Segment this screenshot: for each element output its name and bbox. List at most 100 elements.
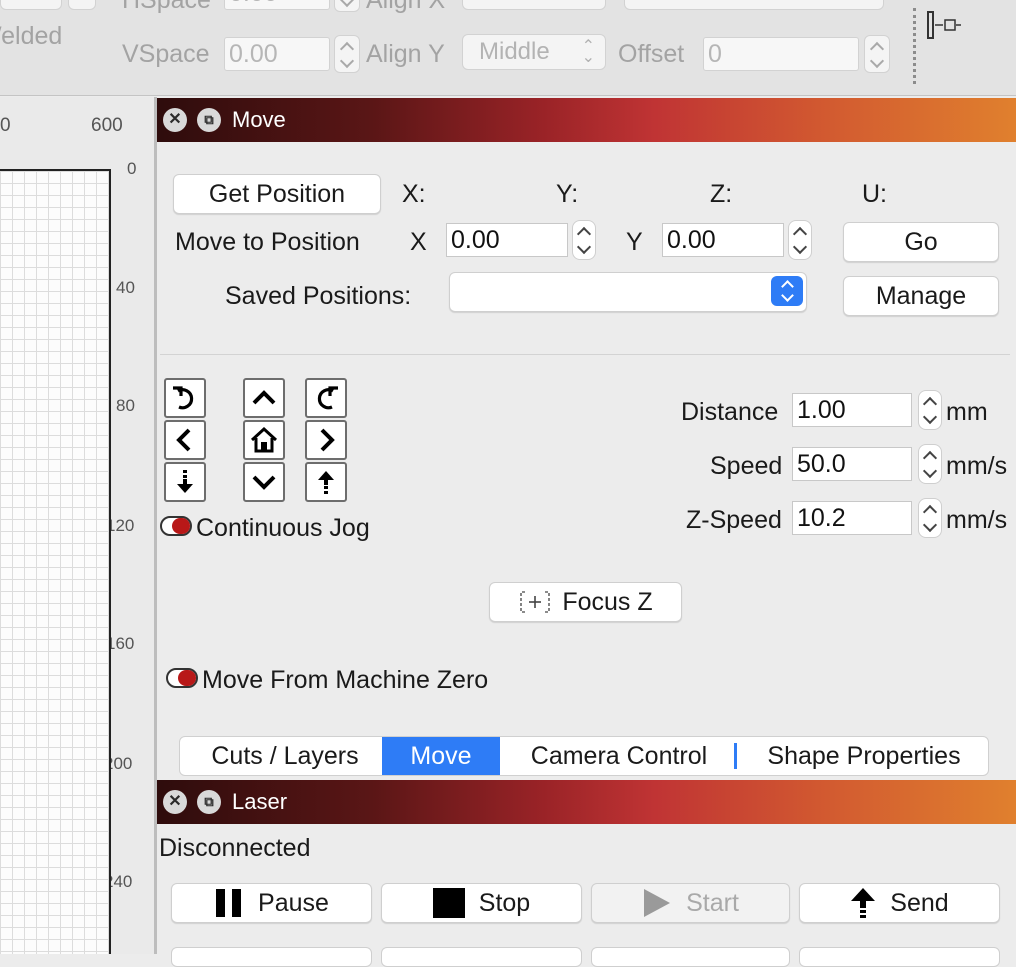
speed-input[interactable]: 50.0 — [792, 447, 912, 481]
work-canvas[interactable]: 0 600 0 40 80 120 160 200 240 — [0, 97, 154, 954]
section-divider — [160, 354, 1010, 355]
pause-icon — [216, 889, 242, 917]
saved-positions-label: Saved Positions: — [225, 282, 412, 310]
speed-label: Speed — [710, 452, 783, 480]
close-icon[interactable]: ✕ — [163, 108, 187, 132]
offset-input[interactable]: 0 — [703, 37, 859, 71]
x-position-stepper[interactable] — [572, 220, 596, 260]
x-readout: X: — [402, 180, 426, 208]
zspeed-input[interactable]: 10.2 — [792, 501, 912, 535]
get-position-button[interactable]: Get Position — [173, 174, 381, 214]
y-position-stepper[interactable] — [788, 220, 812, 260]
stop-icon — [432, 888, 465, 918]
vspace-label: VSpace — [122, 40, 210, 68]
tab-separator — [734, 743, 737, 769]
laser-panel-title: Laser — [232, 789, 288, 814]
x-label: X — [410, 228, 427, 256]
toolbar-field-partial[interactable] — [0, 0, 62, 10]
partial-button[interactable] — [381, 947, 582, 967]
tab-camera-control[interactable]: Camera Control — [510, 737, 728, 775]
move-panel-title: Move — [232, 107, 286, 132]
z-up-button[interactable] — [305, 462, 347, 502]
rotate-ccw-icon — [173, 386, 194, 410]
toolbar-dropdown[interactable] — [624, 0, 884, 10]
send-button[interactable]: Send — [799, 883, 1000, 923]
distance-stepper[interactable] — [918, 390, 942, 430]
rotate-cw-icon — [317, 386, 338, 410]
float-window-icon[interactable]: ⧉ — [197, 790, 221, 814]
jog-down-button[interactable] — [243, 462, 285, 502]
align-y-select[interactable]: Middle ⌃ ⌄ — [462, 34, 606, 70]
send-label: Send — [890, 888, 949, 917]
chevron-updown-icon — [771, 276, 803, 306]
toolbar: HSpace 0.00 Align X Welded VSpace 0.00 A… — [0, 0, 1016, 96]
laser-panel-titlebar[interactable]: ✕ ⧉ Laser — [157, 780, 1016, 824]
toolbar-separator — [913, 8, 916, 84]
z-down-button[interactable] — [164, 462, 206, 502]
hspace-input[interactable]: 0.00 — [224, 0, 330, 10]
arrow-right-icon — [320, 428, 335, 452]
float-window-icon[interactable]: ⧉ — [197, 108, 221, 132]
focus-z-button[interactable]: Focus Z — [489, 582, 682, 622]
stop-button[interactable]: Stop — [381, 883, 582, 923]
tab-move[interactable]: Move — [382, 737, 500, 775]
y-label: Y — [626, 228, 643, 256]
move-from-machine-zero-label: Move From Machine Zero — [202, 666, 489, 694]
ruler-left-label: 0 — [127, 159, 137, 178]
arrow-up-icon — [252, 390, 276, 405]
ruler-top-label: 600 — [91, 115, 123, 136]
distance-input[interactable]: 1.00 — [792, 393, 912, 427]
start-button[interactable]: Start — [591, 883, 790, 923]
z-down-icon — [177, 470, 193, 493]
y-position-input[interactable]: 0.00 — [662, 223, 784, 257]
arrow-down-icon — [252, 475, 276, 490]
tab-shape-properties[interactable]: Shape Properties — [742, 737, 986, 775]
pause-button[interactable]: Pause — [171, 883, 372, 923]
tab-cuts-layers[interactable]: Cuts / Layers — [188, 737, 382, 775]
align-y-value: Middle — [479, 38, 550, 65]
speed-stepper[interactable] — [918, 444, 942, 484]
jog-left-button[interactable] — [164, 420, 206, 460]
zspeed-label: Z-Speed — [686, 506, 782, 534]
vspace-input[interactable]: 0.00 — [224, 37, 330, 71]
saved-positions-select[interactable] — [449, 272, 807, 312]
speed-unit: mm/s — [946, 452, 1008, 480]
welded-label: Welded — [0, 22, 63, 50]
jog-right-button[interactable] — [305, 420, 347, 460]
move-to-position-label: Move to Position — [175, 228, 360, 256]
close-icon[interactable]: ✕ — [163, 790, 187, 814]
distance-unit: mm — [946, 398, 988, 426]
go-button[interactable]: Go — [843, 222, 999, 262]
focus-z-label: Focus Z — [562, 587, 653, 616]
manage-button[interactable]: Manage — [843, 276, 999, 316]
y-readout: Y: — [556, 180, 579, 208]
partial-button[interactable] — [799, 947, 1000, 967]
partial-button[interactable] — [171, 947, 372, 967]
offset-stepper[interactable] — [864, 35, 890, 73]
vspace-stepper[interactable] — [334, 35, 360, 73]
canvas-divider[interactable] — [154, 97, 157, 954]
rotate-ccw-button[interactable] — [164, 378, 206, 418]
move-panel-titlebar[interactable]: ✕ ⧉ Move — [157, 98, 1016, 142]
rotate-cw-button[interactable] — [305, 378, 347, 418]
home-button[interactable] — [243, 420, 285, 460]
canvas-grid[interactable] — [0, 169, 111, 954]
toolbar-button-partial[interactable] — [68, 0, 96, 10]
zspeed-stepper[interactable] — [918, 498, 942, 538]
align-x-label: Align X — [366, 0, 446, 14]
jog-up-button[interactable] — [243, 378, 285, 418]
offset-label: Offset — [618, 40, 685, 68]
hspace-stepper[interactable] — [334, 0, 360, 12]
continuous-jog-toggle[interactable] — [160, 516, 192, 536]
connection-status: Disconnected — [159, 834, 311, 862]
distance-label: Distance — [681, 398, 779, 426]
dock-tabs: Cuts / Layers Move Camera Control Shape … — [179, 736, 989, 776]
align-x-select[interactable] — [462, 0, 606, 10]
u-readout: U: — [862, 180, 887, 208]
home-icon — [250, 426, 278, 453]
chevron-updown-icon: ⌃ ⌄ — [581, 38, 595, 66]
partial-button[interactable] — [591, 947, 790, 967]
move-from-machine-zero-toggle[interactable] — [166, 668, 198, 688]
distribute-icon[interactable] — [926, 10, 962, 40]
x-position-input[interactable]: 0.00 — [446, 223, 568, 257]
